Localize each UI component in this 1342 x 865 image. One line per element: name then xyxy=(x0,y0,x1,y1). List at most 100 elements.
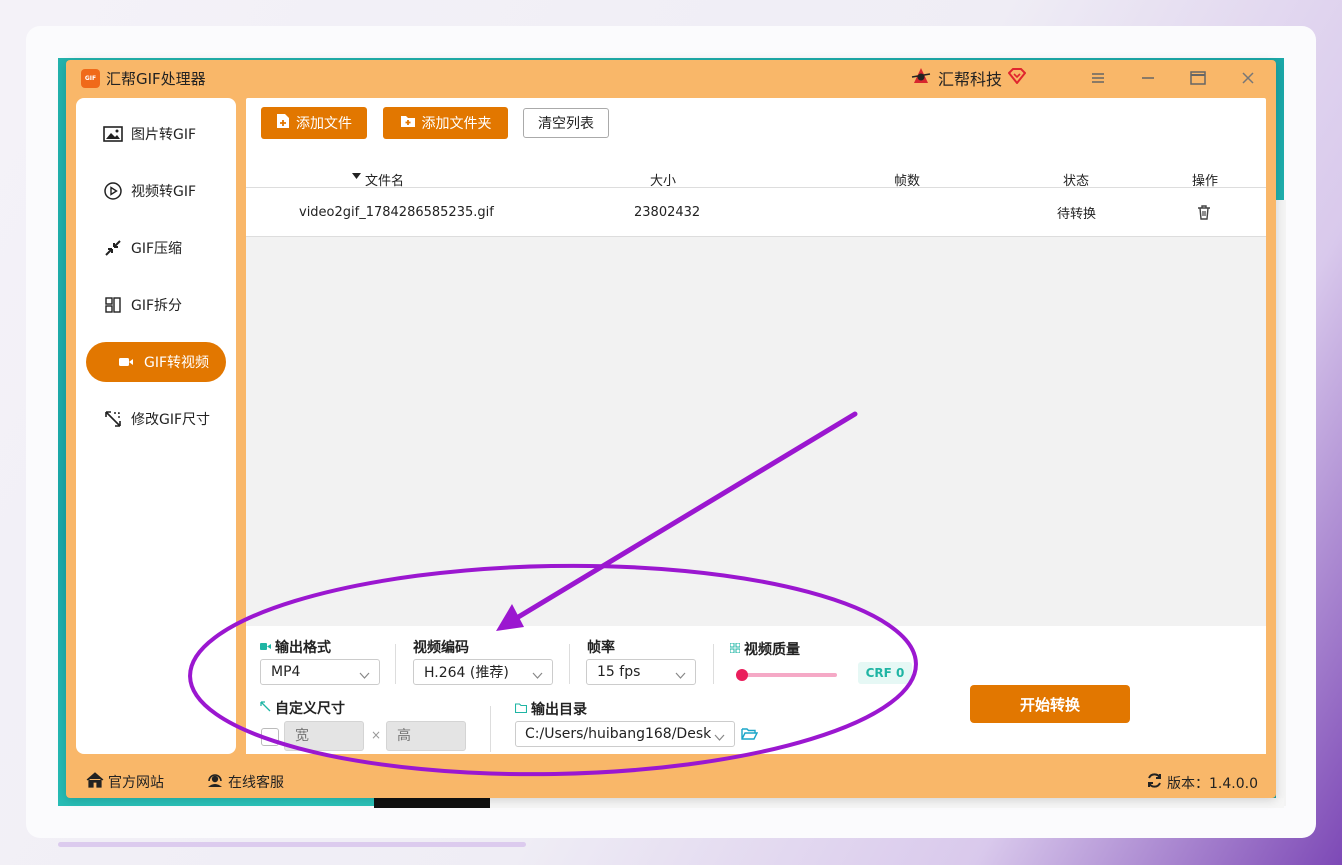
size-label-text: 自定义尺寸 xyxy=(275,701,345,717)
scroll-indicator[interactable] xyxy=(58,842,526,847)
folder-small-icon xyxy=(514,701,528,717)
brand-name: 汇帮科技 xyxy=(938,70,1003,89)
play-icon xyxy=(103,181,123,201)
sidebar-item-label: 修改GIF尺寸 xyxy=(131,412,211,428)
chevron-down-icon xyxy=(675,667,686,683)
brand-logo-icon xyxy=(910,65,932,91)
size-label: 自定义尺寸 xyxy=(260,698,345,718)
sidebar-item-label: GIF转视频 xyxy=(144,355,210,371)
file-size: 23802432 xyxy=(634,204,701,220)
add-file-label: 添加文件 xyxy=(296,116,352,132)
fps-value: 15 fps xyxy=(597,664,641,680)
format-label-text: 输出格式 xyxy=(275,640,331,656)
sidebar-item-video-to-gif[interactable]: 视频转GIF xyxy=(86,171,226,211)
chevron-down-icon xyxy=(532,667,543,683)
home-icon xyxy=(86,772,104,792)
codec-select[interactable]: H.264 (推荐) xyxy=(413,659,553,685)
sort-desc-icon[interactable] xyxy=(352,170,361,185)
add-file-icon xyxy=(276,113,290,133)
width-input[interactable] xyxy=(284,721,364,751)
divider xyxy=(713,644,714,684)
format-label: 输出格式 xyxy=(260,637,331,657)
column-header-size[interactable]: 大小 xyxy=(650,170,676,189)
column-header-action: 操作 xyxy=(1192,174,1219,189)
app-title: 汇帮GIF处理器 xyxy=(106,70,206,88)
sidebar-item-gif-compress[interactable]: GIF压缩 xyxy=(86,228,226,268)
maximize-icon[interactable] xyxy=(1183,66,1213,90)
sidebar-item-gif-to-video[interactable]: GIF转视频 xyxy=(86,342,226,382)
table-row[interactable]: video2gif_1784286585235.gif 23802432 待转换 xyxy=(246,188,1266,237)
sidebar-item-label: 视频转GIF xyxy=(131,184,197,200)
file-status: 待转换 xyxy=(1057,206,1097,222)
open-folder-icon[interactable] xyxy=(741,727,759,745)
resize-small-icon xyxy=(260,700,271,716)
video-small-icon xyxy=(260,639,271,655)
sidebar-item-resize-gif[interactable]: 修改GIF尺寸 xyxy=(86,399,226,439)
main-panel: 添加文件 添加文件夹 清空列表 文件名 大小 帧数 状态 操作 video2gi… xyxy=(246,98,1266,754)
version-info[interactable]: 版本：1.4.0.0 xyxy=(1146,772,1258,793)
trash-icon[interactable] xyxy=(1197,188,1211,236)
image-icon xyxy=(103,124,123,144)
video-camera-icon xyxy=(116,352,136,372)
version-label: 版本：1.4.0.0 xyxy=(1167,775,1258,792)
vip-diamond-icon[interactable] xyxy=(1007,68,1027,88)
minimize-icon[interactable] xyxy=(1133,66,1163,90)
fps-select[interactable]: 15 fps xyxy=(586,659,696,685)
quality-label-text: 视频质量 xyxy=(744,642,800,658)
output-dir-select[interactable]: C:/Users/huibang168/Desk xyxy=(515,721,735,747)
online-support-link[interactable]: 在线客服 xyxy=(206,772,284,792)
quality-slider-track[interactable] xyxy=(741,673,837,677)
divider xyxy=(395,644,396,684)
official-website-link[interactable]: 官方网站 xyxy=(86,772,164,792)
sidebar-item-label: GIF拆分 xyxy=(131,298,183,314)
start-convert-button[interactable]: 开始转换 xyxy=(970,685,1130,723)
support-label: 在线客服 xyxy=(228,775,284,791)
column-header-name[interactable]: 文件名 xyxy=(365,170,404,189)
sidebar-item-gif-split[interactable]: GIF拆分 xyxy=(86,285,226,325)
format-select[interactable]: MP4 xyxy=(260,659,380,685)
quality-slider-thumb[interactable] xyxy=(736,669,748,681)
height-input[interactable] xyxy=(386,721,466,751)
add-folder-button[interactable]: 添加文件夹 xyxy=(383,107,508,139)
split-icon xyxy=(103,295,123,315)
format-value: MP4 xyxy=(271,664,301,680)
add-folder-icon xyxy=(400,114,416,132)
refresh-icon xyxy=(1146,772,1163,793)
app-logo: GIF xyxy=(81,69,100,88)
sidebar-item-label: GIF压缩 xyxy=(131,241,183,257)
support-headset-icon xyxy=(206,772,224,792)
column-header-frames[interactable]: 帧数 xyxy=(894,170,920,189)
divider xyxy=(490,706,491,752)
output-dir-value: C:/Users/huibang168/Desk xyxy=(525,726,711,742)
resize-icon xyxy=(103,409,123,429)
quality-label: 视频质量 xyxy=(729,639,800,659)
grid-small-icon xyxy=(729,641,741,657)
background-taskbar-dark xyxy=(374,798,490,808)
table-header: 文件名 大小 帧数 状态 操作 xyxy=(246,148,1266,189)
output-label-text: 输出目录 xyxy=(531,702,587,718)
chevron-down-icon xyxy=(714,729,725,745)
close-icon[interactable] xyxy=(1233,66,1263,90)
file-list: 文件名 大小 帧数 状态 操作 video2gif_1784286585235.… xyxy=(246,148,1266,626)
column-header-status[interactable]: 状态 xyxy=(1063,170,1089,189)
sidebar-item-image-to-gif[interactable]: 图片转GIF xyxy=(86,114,226,154)
chevron-down-icon xyxy=(359,667,370,683)
custom-size-checkbox[interactable] xyxy=(261,728,279,746)
output-label: 输出目录 xyxy=(514,699,587,719)
menu-icon[interactable] xyxy=(1083,66,1113,90)
times-sign: × xyxy=(371,728,382,742)
divider xyxy=(569,644,570,684)
crf-badge: CRF 0 xyxy=(858,662,912,684)
brand: 汇帮科技 xyxy=(910,65,1027,91)
conversion-settings: 输出格式 MP4 视频编码 H.264 (推荐) 帧率 15 fps 视频质量 … xyxy=(246,626,1266,754)
add-folder-label: 添加文件夹 xyxy=(421,116,492,132)
clear-list-button[interactable]: 清空列表 xyxy=(523,108,609,138)
add-file-button[interactable]: 添加文件 xyxy=(261,107,367,139)
title-bar: GIF 汇帮GIF处理器 汇帮科技 xyxy=(66,60,1276,96)
fps-label: 帧率 xyxy=(587,640,615,656)
website-label: 官方网站 xyxy=(108,775,164,791)
compress-icon xyxy=(103,238,123,258)
background-taskbar-light xyxy=(490,798,1284,808)
file-name: video2gif_1784286585235.gif xyxy=(299,204,494,220)
app-window: GIF 汇帮GIF处理器 汇帮科技 图片转GIF 视频转GIF GIF压缩 GI… xyxy=(66,60,1276,798)
